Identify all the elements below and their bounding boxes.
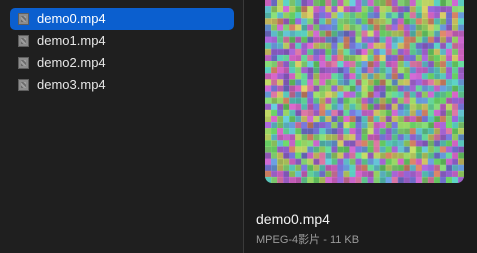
file-label: demo1.mp4 [37,33,106,48]
file-label: demo0.mp4 [37,11,106,26]
thumbnail-noise-image [265,0,464,183]
video-file-icon [18,35,29,47]
file-item-demo0[interactable]: demo0.mp4 [10,8,234,30]
file-item-demo2[interactable]: demo2.mp4 [10,52,234,74]
file-label: demo3.mp4 [37,77,106,92]
file-label: demo2.mp4 [37,55,106,70]
preview-pane: demo0.mp4 MPEG-4影片 - 11 KB [244,0,477,253]
file-item-demo1[interactable]: demo1.mp4 [10,30,234,52]
video-file-icon [18,13,29,25]
file-item-demo3[interactable]: demo3.mp4 [10,74,234,96]
video-file-icon [18,57,29,69]
video-thumbnail[interactable] [265,0,464,183]
file-sidebar: demo0.mp4 demo1.mp4 demo2.mp4 demo3.mp4 [0,0,244,253]
file-list: demo0.mp4 demo1.mp4 demo2.mp4 demo3.mp4 [10,8,234,96]
preview-file-meta: MPEG-4影片 - 11 KB [256,234,360,246]
preview-file-name: demo0.mp4 [256,211,330,227]
video-file-icon [18,79,29,91]
